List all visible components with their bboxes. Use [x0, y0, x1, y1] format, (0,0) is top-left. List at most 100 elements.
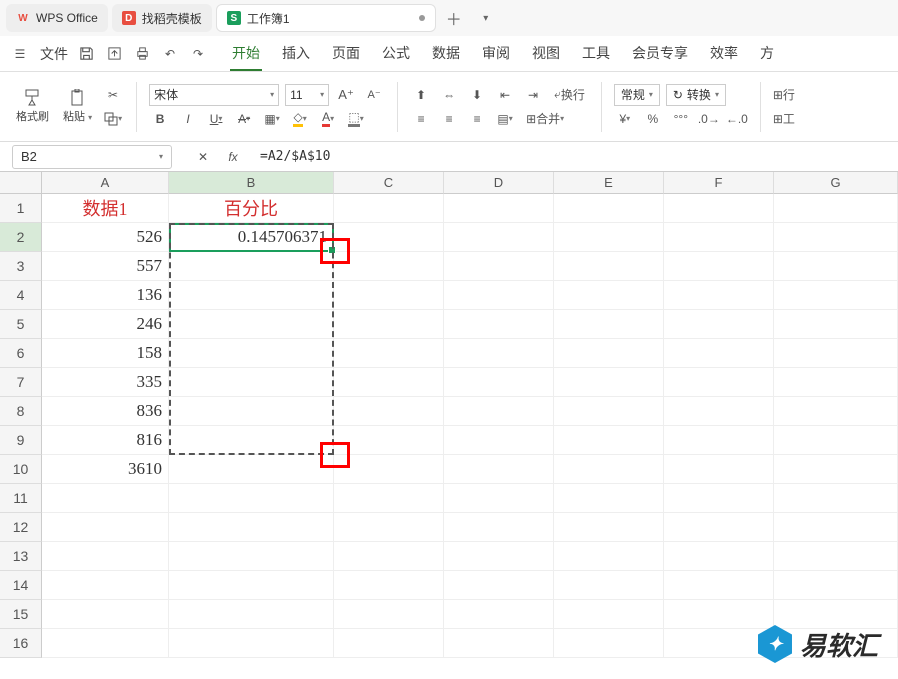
paste-button[interactable]: 粘贴 ▾	[59, 87, 96, 126]
cancel-formula-icon[interactable]: ✕	[192, 146, 214, 168]
cell-F12[interactable]	[664, 513, 774, 542]
italic-icon[interactable]: I	[177, 108, 199, 130]
wrap-text-button[interactable]: ⤶换行	[550, 84, 589, 106]
cell-C9[interactable]	[334, 426, 444, 455]
cell-D2[interactable]	[444, 223, 554, 252]
align-middle-icon[interactable]: ⇔	[438, 84, 460, 106]
align-bottom-icon[interactable]: ⬇	[466, 84, 488, 106]
cell-C2[interactable]	[334, 223, 444, 252]
cell-F4[interactable]	[664, 281, 774, 310]
tab-list-button[interactable]: ▾	[472, 4, 500, 32]
cell-E6[interactable]	[554, 339, 664, 368]
cell-D4[interactable]	[444, 281, 554, 310]
cell-D11[interactable]	[444, 484, 554, 513]
font-family-select[interactable]: 宋体▾	[149, 84, 279, 106]
cell-E9[interactable]	[554, 426, 664, 455]
cell-D10[interactable]	[444, 455, 554, 484]
align-right-icon[interactable]: ≡	[466, 108, 488, 130]
cell-F9[interactable]	[664, 426, 774, 455]
column-header-C[interactable]: C	[334, 172, 444, 194]
tab-templates[interactable]: D 找稻壳模板	[112, 4, 212, 32]
formula-input[interactable]: =A2/$A$10	[252, 149, 898, 164]
row-header-14[interactable]: 14	[0, 571, 42, 600]
name-box[interactable]: B2 ▾	[12, 145, 172, 169]
cell-F6[interactable]	[664, 339, 774, 368]
cell-B11[interactable]	[169, 484, 334, 513]
row-header-3[interactable]: 3	[0, 252, 42, 281]
cell-F14[interactable]	[664, 571, 774, 600]
cut-icon[interactable]: ✂	[102, 84, 124, 106]
cell-A9[interactable]: 816	[42, 426, 169, 455]
increase-font-icon[interactable]: A⁺	[335, 84, 357, 106]
tab-workbook[interactable]: S 工作簿1	[216, 4, 436, 32]
cell-A13[interactable]	[42, 542, 169, 571]
cell-D8[interactable]	[444, 397, 554, 426]
row-header-5[interactable]: 5	[0, 310, 42, 339]
cell-B1[interactable]: 百分比	[169, 194, 334, 223]
menu-formula[interactable]: 公式	[380, 37, 412, 71]
cell-A3[interactable]: 557	[42, 252, 169, 281]
cell-A4[interactable]: 136	[42, 281, 169, 310]
cell-F3[interactable]	[664, 252, 774, 281]
cell-E15[interactable]	[554, 600, 664, 629]
menu-home[interactable]: 开始	[230, 37, 262, 71]
align-left-icon[interactable]: ≡	[410, 108, 432, 130]
cell-A1[interactable]: 数据1	[42, 194, 169, 223]
cell-G5[interactable]	[774, 310, 898, 339]
cell-G4[interactable]	[774, 281, 898, 310]
cell-D13[interactable]	[444, 542, 554, 571]
column-header-B[interactable]: B	[169, 172, 334, 194]
cell-E5[interactable]	[554, 310, 664, 339]
cell-E12[interactable]	[554, 513, 664, 542]
cell-D12[interactable]	[444, 513, 554, 542]
row-header-1[interactable]: 1	[0, 194, 42, 223]
cell-D9[interactable]	[444, 426, 554, 455]
decrease-font-icon[interactable]: A⁻	[363, 84, 385, 106]
cell-E4[interactable]	[554, 281, 664, 310]
cell-A11[interactable]	[42, 484, 169, 513]
row-header-16[interactable]: 16	[0, 629, 42, 658]
cell-F8[interactable]	[664, 397, 774, 426]
row-header-15[interactable]: 15	[0, 600, 42, 629]
cell-B10[interactable]	[169, 455, 334, 484]
tab-wps-office[interactable]: W WPS Office	[6, 4, 108, 32]
cell-E10[interactable]	[554, 455, 664, 484]
row-header-4[interactable]: 4	[0, 281, 42, 310]
cell-G13[interactable]	[774, 542, 898, 571]
cell-E2[interactable]	[554, 223, 664, 252]
cell-A8[interactable]: 836	[42, 397, 169, 426]
column-header-G[interactable]: G	[774, 172, 898, 194]
select-all-corner[interactable]	[0, 172, 42, 194]
cell-B2[interactable]: 0.145706371	[169, 223, 334, 252]
cell-A10[interactable]: 3610	[42, 455, 169, 484]
bold-icon[interactable]: B	[149, 108, 171, 130]
cell-D7[interactable]	[444, 368, 554, 397]
cell-D16[interactable]	[444, 629, 554, 658]
cell-B5[interactable]	[169, 310, 334, 339]
cell-A7[interactable]: 335	[42, 368, 169, 397]
cell-A12[interactable]	[42, 513, 169, 542]
cell-D5[interactable]	[444, 310, 554, 339]
convert-button[interactable]: ↻转换▾	[666, 84, 726, 106]
increase-indent-icon[interactable]: ⇥	[522, 84, 544, 106]
cell-C12[interactable]	[334, 513, 444, 542]
row-header-13[interactable]: 13	[0, 542, 42, 571]
cell-C10[interactable]	[334, 455, 444, 484]
cell-C8[interactable]	[334, 397, 444, 426]
cell-A5[interactable]: 246	[42, 310, 169, 339]
menu-view[interactable]: 视图	[530, 37, 562, 71]
menu-efficiency[interactable]: 效率	[708, 37, 740, 71]
increase-decimal-icon[interactable]: .0→	[698, 108, 720, 130]
cell-F2[interactable]	[664, 223, 774, 252]
cell-D14[interactable]	[444, 571, 554, 600]
decrease-indent-icon[interactable]: ⇤	[494, 84, 516, 106]
decrease-decimal-icon[interactable]: ←.0	[726, 108, 748, 130]
cell-A2[interactable]: 526	[42, 223, 169, 252]
column-header-F[interactable]: F	[664, 172, 774, 194]
format-painter-button[interactable]: 格式刷	[12, 87, 53, 126]
align-top-icon[interactable]: ⬆	[410, 84, 432, 106]
cell-F10[interactable]	[664, 455, 774, 484]
cell-F1[interactable]	[664, 194, 774, 223]
column-header-A[interactable]: A	[42, 172, 169, 194]
cell-B14[interactable]	[169, 571, 334, 600]
